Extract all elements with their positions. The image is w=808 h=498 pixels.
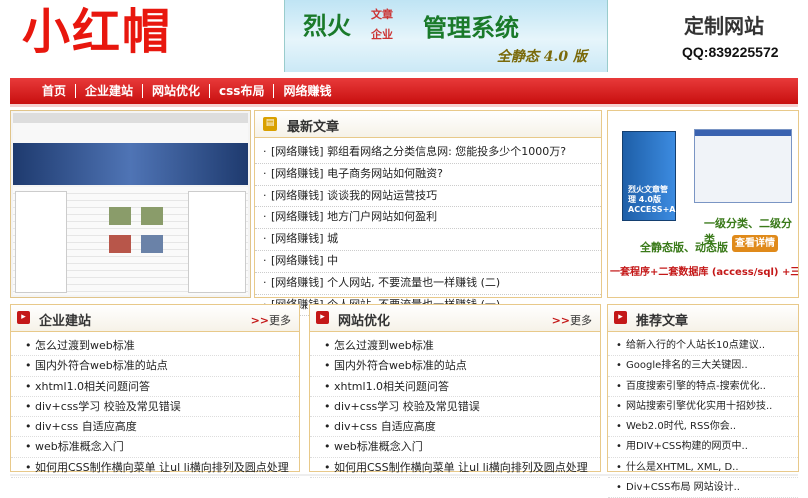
product-ad[interactable]: 烈火文章管理 4.0版 ACCESS+ASP 一级分类、二级分类 全静态版、动态… [607,110,799,298]
article-link[interactable]: 给新入行的个人站长10点建议.. [608,336,798,357]
article-link[interactable]: div+css 自适应高度 [11,417,299,438]
article-link[interactable]: [网络赚钱] 中 [255,251,601,273]
footer-line [10,474,798,476]
nav-item[interactable]: 首页 [40,84,77,98]
enterprise-list: 怎么过渡到web标准国内外符合web标准的站点xhtml1.0相关问题问答div… [11,332,299,479]
nav-item[interactable]: 网络赚钱 [274,84,340,98]
seo-title-bar: ▸ 网站优化 >>更多 [310,305,600,332]
article-link[interactable]: [网络赚钱] 个人网站, 不要流量也一样赚钱 (二) [255,273,601,295]
screenshot-banner [13,143,248,185]
article-link[interactable]: [网络赚钱] 谈谈我的网站运营技巧 [255,186,601,208]
article-link[interactable]: 怎么过渡到web标准 [310,336,600,357]
arrow-icon: ▸ [17,311,30,324]
view-details-button[interactable]: 查看详情 [732,235,778,252]
article-link[interactable]: 怎么过渡到web标准 [11,336,299,357]
qq-contact: QQ:839225572 [682,44,779,60]
seo-panel: ▸ 网站优化 >>更多 怎么过渡到web标准国内外符合web标准的站点xhtml… [309,304,601,479]
screenshot-sidebar-right [188,191,246,293]
nav-shadow [10,104,798,107]
more-label: 更多 [570,314,592,327]
article-link[interactable]: [网络赚钱] 郭组看网络之分类信息网: 您能投多少个1000万? [255,142,601,164]
recommend-title: 推荐文章 [636,314,689,329]
screenshot-sidebar-left [15,191,67,293]
article-link[interactable]: 国内外符合web标准的站点 [310,356,600,377]
article-link[interactable]: Web2.0时代, RSS你会.. [608,417,798,438]
article-link[interactable]: div+css 自适应高度 [310,417,600,438]
seo-more-link[interactable]: >>更多 [552,312,592,328]
article-link[interactable]: 用DIV+CSS构建的网页中.. [608,437,798,458]
document-icon: ▤ [263,117,277,131]
latest-list: [网络赚钱] 郭组看网络之分类信息网: 您能投多少个1000万?[网络赚钱] 电… [255,138,601,317]
site-logo[interactable]: 小红帽 [22,4,172,60]
seo-title: 网站优化 [338,314,391,329]
screenshot-thumb-1 [109,207,131,225]
article-link[interactable]: web标准概念入门 [310,437,600,458]
enterprise-title: 企业建站 [39,314,92,329]
nav-item[interactable]: 网站优化 [143,84,211,98]
arrow-icon: ▸ [316,311,329,324]
recommend-title-bar: ▸ 推荐文章 [608,305,798,332]
ad-footer-text: 一套程序+二套数据库 (access/sql) +三套模板 [610,267,799,278]
article-link[interactable]: 国内外符合web标准的站点 [11,356,299,377]
product-box-label: 烈火文章管理 4.0版 ACCESS+ASP [628,185,688,214]
product-window-image [694,129,792,203]
latest-title: 最新文章 [287,120,340,135]
article-link[interactable]: div+css学习 校验及常见错误 [310,397,600,418]
article-link[interactable]: xhtml1.0相关问题问答 [11,377,299,397]
article-link[interactable]: div+css学习 校验及常见错误 [11,397,299,418]
article-link[interactable]: 百度搜索引擎的特点-搜索优化.. [608,377,798,397]
banner-tag-2: 企业 [371,28,393,41]
article-link[interactable]: Google排名的三大关键因.. [608,356,798,377]
enterprise-more-link[interactable]: >>更多 [251,312,291,328]
latest-articles-panel: ▤ 最新文章 [网络赚钱] 郭组看网络之分类信息网: 您能投多少个1000万?[… [254,110,602,317]
article-link[interactable]: [网络赚钱] 城 [255,229,601,251]
screenshot-thumb-2 [141,207,163,225]
banner-tag-1: 文章 [371,8,393,21]
screenshot-header [13,123,248,143]
enterprise-panel: ▸ 企业建站 >>更多 怎么过渡到web标准国内外符合web标准的站点xhtml… [10,304,300,479]
ad-line-2: 全静态版、动态版 [640,241,728,254]
recommend-panel: ▸ 推荐文章 给新入行的个人站长10点建议..Google排名的三大关键因..百… [607,304,799,498]
article-link[interactable]: [网络赚钱] 电子商务网站如何融资? [255,164,601,186]
banner-text-1: 烈火 [303,11,351,40]
screenshot-browser-bar [13,113,248,123]
brand-text: 定制网站 [684,14,764,38]
enterprise-title-bar: ▸ 企业建站 >>更多 [11,305,299,332]
latest-title-bar: ▤ 最新文章 [255,111,601,138]
banner-text-2: 管理系统 [423,13,519,42]
article-link[interactable]: web标准概念入门 [11,437,299,458]
site-screenshot[interactable] [10,110,251,298]
main-nav: 首页 企业建站 网站优化 css布局 网络赚钱 [10,78,798,104]
screenshot-thumb-3 [109,235,131,253]
article-link[interactable]: Div+CSS布局 网站设计.. [608,478,798,498]
header-banner[interactable]: 烈火 文章 企业 管理系统 全静态 4.0 版 [284,0,608,72]
article-link[interactable]: xhtml1.0相关问题问答 [310,377,600,397]
banner-version: 全静态 4.0 版 [496,49,587,65]
nav-list: 首页 企业建站 网站优化 css布局 网络赚钱 [10,78,798,104]
seo-list: 怎么过渡到web标准国内外符合web标准的站点xhtml1.0相关问题问答div… [310,332,600,479]
screenshot-thumb-4 [141,235,163,253]
nav-item[interactable]: 企业建站 [76,84,144,98]
nav-item[interactable]: css布局 [210,84,275,98]
article-link[interactable]: 网站搜索引擎优化实用十招妙技.. [608,397,798,418]
article-link[interactable]: [网络赚钱] 地方门户网站如何盈利 [255,207,601,230]
arrow-icon: ▸ [614,311,627,324]
more-label: 更多 [269,314,291,327]
